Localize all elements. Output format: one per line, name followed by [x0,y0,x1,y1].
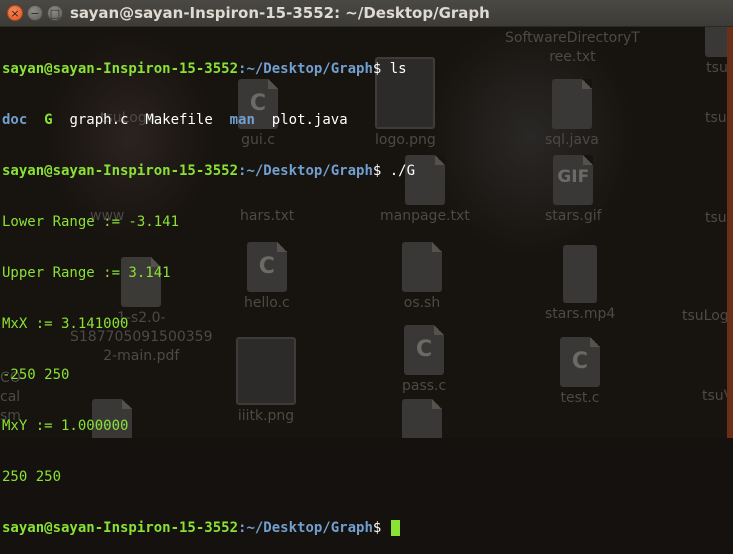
command-text [381,520,389,536]
prompt-user-host: sayan@sayan-Inspiron-15-3552 [2,520,239,536]
prompt-line: sayan@sayan-Inspiron-15-3552:~/Desktop/G… [0,520,733,537]
output-line: Upper Range := 3.141 [2,265,171,281]
ls-entry-file: graph.c [69,112,129,128]
ls-entry-dir: man [229,112,255,128]
command-text: ./G [381,163,416,179]
ls-entry-file: plot.java [271,112,348,128]
close-icon[interactable]: × [7,5,23,21]
ls-output-line: doc G graph.c Makefile man plot.java [0,112,733,129]
output-line: MxX := 3.141000 [2,316,129,332]
prompt-path: :~/Desktop/Graph [238,520,373,536]
prompt-symbol: $ [372,520,382,536]
prompt-line: sayan@sayan-Inspiron-15-3552:~/Desktop/G… [0,163,733,180]
prompt-path: :~/Desktop/Graph [238,61,373,77]
command-text: ls [381,61,407,77]
maximize-icon[interactable]: □ [47,5,63,21]
minimize-icon[interactable]: − [27,5,43,21]
window-title: sayan@sayan-Inspiron-15-3552: ~/Desktop/… [70,4,490,22]
output-line: MxY := 1.000000 [2,418,129,434]
output-line: Lower Range := -3.141 [2,214,180,230]
ls-entry-exe: G [44,112,53,128]
prompt-user-host: sayan@sayan-Inspiron-15-3552 [2,163,239,179]
ls-entry-dir: doc [2,112,28,128]
output-line: -250 250 [2,367,70,383]
ls-entry-file: Makefile [145,112,213,128]
window-titlebar[interactable]: × − □ sayan@sayan-Inspiron-15-3552: ~/De… [0,0,733,27]
prompt-line: sayan@sayan-Inspiron-15-3552:~/Desktop/G… [0,61,733,78]
prompt-path: :~/Desktop/Graph [238,163,373,179]
text-cursor[interactable] [390,520,400,536]
prompt-user-host: sayan@sayan-Inspiron-15-3552 [2,61,239,77]
terminal-output[interactable]: sayan@sayan-Inspiron-15-3552:~/Desktop/G… [0,27,733,536]
output-line: 250 250 [2,469,62,485]
